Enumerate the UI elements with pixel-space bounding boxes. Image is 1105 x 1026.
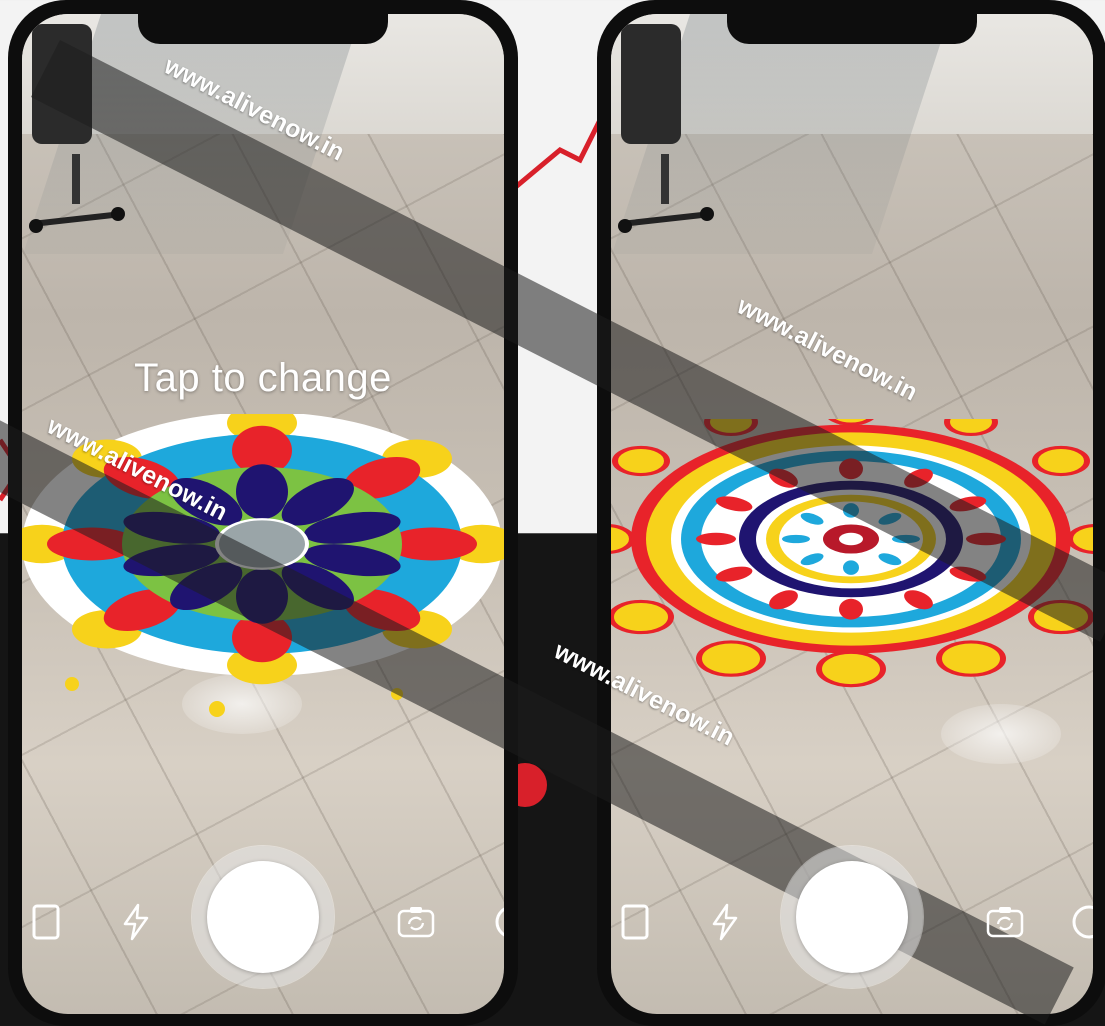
phone-notch — [727, 14, 977, 44]
tap-to-change-prompt: Tap to change — [134, 356, 392, 400]
shutter-button[interactable] — [207, 861, 319, 973]
office-chair — [618, 24, 714, 233]
phone-left: Tap to change — [8, 0, 518, 1026]
camera-view-left[interactable]: Tap to change — [22, 14, 504, 1014]
gallery-icon[interactable] — [26, 902, 66, 942]
phone-right — [597, 0, 1105, 1026]
shutter-ring — [192, 846, 334, 988]
flash-icon[interactable] — [705, 902, 745, 942]
switch-camera-icon[interactable] — [985, 902, 1025, 942]
shutter-ring — [781, 846, 923, 988]
gallery-icon[interactable] — [615, 902, 655, 942]
rangoli-ring-ar[interactable] — [611, 419, 1093, 689]
camera-view-right[interactable] — [611, 14, 1093, 1014]
camera-controls-right — [611, 844, 1093, 1014]
switch-camera-icon[interactable] — [396, 902, 436, 942]
office-chair — [29, 24, 125, 233]
camera-controls-left — [22, 844, 504, 1014]
lens-icon[interactable] — [492, 902, 504, 942]
flash-icon[interactable] — [116, 902, 156, 942]
lens-icon[interactable] — [1069, 902, 1093, 942]
shutter-button[interactable] — [796, 861, 908, 973]
phone-notch — [138, 14, 388, 44]
floor-reflection — [941, 704, 1061, 764]
